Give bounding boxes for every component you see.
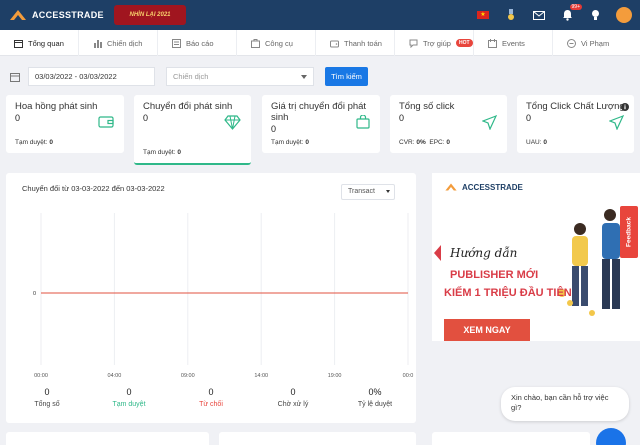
summary-processing: 0 Chờ xử lý — [277, 387, 309, 408]
calendar-icon — [10, 73, 20, 82]
mail-icon[interactable] — [532, 8, 546, 22]
accesstrade-logo-icon — [445, 183, 457, 191]
language-flag-icon[interactable]: ★ — [476, 8, 490, 22]
banner-headline: PUBLISHER MỚI — [450, 269, 539, 281]
campaign-select[interactable]: Chiến dịch — [166, 67, 314, 86]
chevron-left-icon — [434, 245, 441, 261]
nav-item-events[interactable]: Events — [474, 30, 553, 56]
diamond-icon — [224, 115, 241, 130]
calendar-icon — [14, 39, 23, 48]
search-button[interactable]: Tìm kiếm — [325, 67, 368, 86]
card-sub: Tạm duyệt: 0 — [271, 139, 309, 146]
lightbulb-icon[interactable] — [588, 8, 602, 22]
medal-icon[interactable] — [504, 8, 518, 22]
summary-pending: 0 Tạm duyệt — [112, 387, 146, 408]
nav-item-campaigns[interactable]: Chiến dịch — [79, 30, 158, 56]
feedback-tab[interactable]: Feedback — [620, 206, 638, 258]
card-sub: Tạm duyệt: 0 — [15, 139, 53, 146]
y-tick-label: 0 — [33, 291, 36, 297]
events-icon — [488, 38, 497, 48]
summary-rejected: 0 Từ chối — [199, 387, 223, 408]
banner-subheadline: KIẾM 1 TRIỆU ĐẦU TIÊN — [444, 287, 572, 299]
info-icon[interactable] — [621, 103, 629, 111]
brand-name: ACCESSTRADE — [32, 10, 104, 20]
x-tick-label: 19:00 — [328, 373, 342, 379]
wallet-icon — [98, 116, 114, 128]
card-sub: CVR: 0% EPC: 0 — [399, 139, 450, 146]
violation-icon — [567, 38, 576, 48]
card-title: Chuyển đổi phát sinh — [143, 101, 233, 112]
view-now-button[interactable]: XEM NGAY — [444, 319, 530, 341]
promo-ad-banner[interactable]: ACCESSTRADE Hướng dẫn PUBLISHER MỚI KIẾM… — [432, 173, 640, 341]
x-tick-label: 14:00 — [254, 373, 268, 379]
help-icon — [409, 39, 418, 48]
bar-chart-icon — [94, 39, 102, 48]
card-title: Tổng số click — [399, 101, 455, 112]
nav-item-violations[interactable]: Vi Phạm — [553, 30, 632, 56]
promo-banner[interactable]: NHÌN LẠI 2021 — [114, 5, 186, 25]
card-sub: UAU: 0 — [526, 139, 547, 146]
bottom-card — [6, 432, 209, 445]
nav-item-overview[interactable]: Tổng quan — [0, 30, 79, 56]
shopping-bag-icon — [356, 115, 370, 129]
conversion-chart: 00:00 04:00 09:00 14:00 19:00 00:00 — [33, 213, 414, 379]
card-conversions[interactable]: Chuyển đổi phát sinh 0 Tạm duyệt: 0 — [134, 95, 251, 165]
x-tick-label: 09:00 — [181, 373, 195, 379]
accesstrade-logo-icon — [10, 10, 26, 20]
send-icon — [482, 115, 497, 130]
card-title: Tổng Click Chất Lượng — [526, 101, 625, 112]
card-quality-clicks[interactable]: Tổng Click Chất Lượng 0 UAU: 0 — [517, 95, 634, 153]
bottom-card — [432, 432, 590, 445]
x-tick-label: 00:00 — [34, 373, 48, 379]
chart-summary: 0 Tổng số 0 Tạm duyệt 0 Từ chối 0 Chờ xử… — [6, 387, 416, 417]
wallet-icon — [330, 40, 339, 47]
card-sub: Tạm duyệt: 0 — [143, 149, 181, 156]
date-range-input[interactable]: 03/03/2022 - 03/03/2022 — [28, 67, 155, 86]
tool-icon — [251, 38, 260, 48]
chat-bubble[interactable]: Xin chào, bạn cần hỗ trợ việc gì? — [501, 387, 629, 421]
hot-badge: HOT — [455, 39, 473, 47]
chevron-down-icon — [301, 75, 307, 79]
notification-badge: 99+ — [569, 4, 582, 10]
x-tick-label: 00:0 — [403, 373, 414, 379]
card-commission[interactable]: Hoa hồng phát sinh 0 Tạm duyệt: 0 — [6, 95, 124, 153]
summary-approval-rate: 0% Tỷ lệ duyệt — [357, 387, 393, 408]
card-total-clicks[interactable]: Tổng số click 0 CVR: 0% EPC: 0 — [390, 95, 507, 153]
summary-total: 0 Tổng số — [34, 387, 60, 408]
bottom-card — [219, 432, 416, 445]
messenger-icon[interactable] — [596, 428, 626, 445]
filter-bar: 03/03/2022 - 03/03/2022 Chiến dịch Tìm k… — [0, 67, 640, 87]
brand-logo[interactable]: ACCESSTRADE — [8, 8, 104, 22]
nav-item-payments[interactable]: Thanh toán — [316, 30, 395, 56]
nav-item-reports[interactable]: Báo cáo — [158, 30, 237, 56]
top-icons: ★ 99+ — [476, 0, 632, 30]
nav-item-tools[interactable]: Công cụ — [237, 30, 316, 56]
top-bar: ACCESSTRADE NHÌN LẠI 2021 ★ 99+ — [0, 0, 640, 30]
x-tick-label: 04:00 — [108, 373, 122, 379]
chart-panel: Chuyển đổi từ 03-03-2022 đến 03-03-2022 … — [6, 173, 416, 423]
send-icon — [609, 115, 624, 130]
report-icon — [172, 38, 181, 48]
user-avatar[interactable] — [616, 7, 632, 23]
main-nav: Tổng quan Chiến dịch Báo cáo Công cụ Tha… — [0, 30, 640, 56]
card-title: Hoa hồng phát sinh — [15, 101, 98, 112]
nav-item-help[interactable]: Trợ giúp HOT — [395, 30, 474, 56]
banner-logo: ACCESSTRADE — [444, 182, 523, 192]
card-conversion-value[interactable]: Giá trị chuyển đổi phát sinh 0 Tạm duyệt… — [262, 95, 380, 153]
notification-icon[interactable]: 99+ — [560, 4, 582, 22]
banner-script-text: Hướng dẫn — [450, 246, 518, 260]
